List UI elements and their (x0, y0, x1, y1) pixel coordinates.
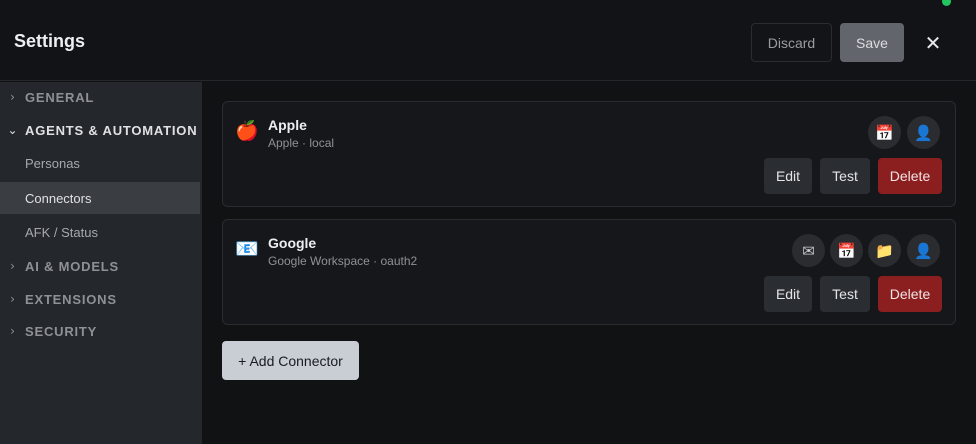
discard-button[interactable]: Discard (751, 23, 832, 62)
connector-name: Apple (268, 117, 307, 133)
test-button[interactable]: Test (820, 276, 870, 312)
connector-subtitle: Apple · local (268, 136, 335, 150)
calendar-icon: 📅 (868, 116, 901, 149)
chevron-right-icon: › (10, 259, 15, 273)
connectors-panel: 🍎 Apple Apple · local 📅 👤 Edit Test Dele… (202, 82, 976, 444)
sidebar-group-label: AGENTS & AUTOMATION (25, 122, 198, 138)
chevron-right-icon: › (10, 292, 15, 306)
sidebar-item-afk-status[interactable]: AFK / Status (0, 216, 200, 248)
chevron-right-icon: › (10, 90, 15, 104)
add-connector-button[interactable]: + Add Connector (222, 341, 359, 380)
page-title: Settings (14, 31, 86, 51)
apple-icon: 🍎 (235, 120, 259, 142)
test-button[interactable]: Test (820, 158, 870, 194)
settings-header: Settings Discard Save ✕ (0, 0, 976, 81)
sidebar-item-connectors[interactable]: Connectors (0, 182, 200, 214)
delete-button[interactable]: Delete (878, 276, 942, 312)
sidebar-group-ai-models[interactable]: › AI & MODELS (0, 252, 202, 280)
sidebar-group-extensions[interactable]: › EXTENSIONS (0, 285, 202, 313)
calendar-icon: 📅 (830, 234, 863, 267)
connector-card-google: 📧 Google Google Workspace · oauth2 ✉ 📅 📁… (222, 219, 956, 325)
sidebar-group-label: GENERAL (25, 89, 95, 105)
sidebar-item-personas[interactable]: Personas (0, 147, 200, 179)
edit-button[interactable]: Edit (764, 276, 812, 312)
sidebar-group-security[interactable]: › SECURITY (0, 317, 202, 345)
contacts-icon: 👤 (907, 116, 940, 149)
sidebar-group-label: SECURITY (25, 323, 98, 339)
sidebar-group-agents-automation[interactable]: ⌄ AGENTS & AUTOMATION (0, 116, 202, 144)
connector-subtitle: Google Workspace · oauth2 (268, 254, 418, 268)
sidebar-group-label: AI & MODELS (25, 258, 120, 274)
sidebar-group-general[interactable]: › GENERAL (0, 83, 202, 111)
status-indicator (942, 0, 951, 6)
connector-name: Google (268, 235, 317, 251)
chevron-down-icon: ⌄ (7, 123, 18, 137)
connector-card-apple: 🍎 Apple Apple · local 📅 👤 Edit Test Dele… (222, 101, 956, 207)
close-icon[interactable]: ✕ (918, 28, 948, 58)
edit-button[interactable]: Edit (764, 158, 812, 194)
sidebar-group-label: EXTENSIONS (25, 291, 117, 307)
delete-button[interactable]: Delete (878, 158, 942, 194)
chevron-right-icon: › (10, 324, 15, 338)
mail-icon: ✉ (792, 234, 825, 267)
email-icon: 📧 (235, 238, 259, 260)
folder-icon: 📁 (868, 234, 901, 267)
settings-sidebar: › GENERAL ⌄ AGENTS & AUTOMATION Personas… (0, 82, 202, 444)
contacts-icon: 👤 (907, 234, 940, 267)
save-button[interactable]: Save (840, 23, 904, 62)
